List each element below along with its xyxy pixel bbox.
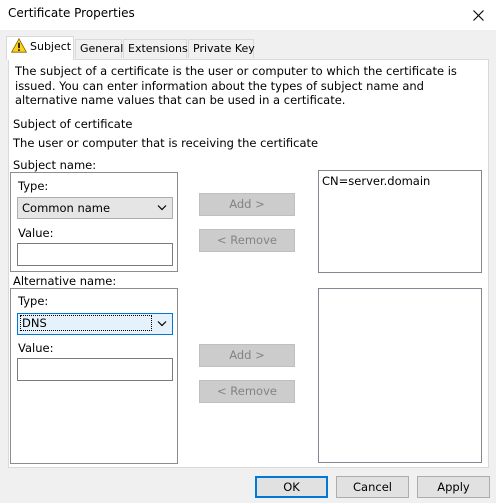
alternative-type-label: Type: [18,294,49,308]
apply-button[interactable]: Apply [417,476,490,498]
subject-remove-button[interactable]: < Remove [199,229,295,252]
window-title: Certificate Properties [8,6,135,20]
subject-value-input[interactable] [17,243,173,266]
tab-private-key-label: Private Key [193,42,255,55]
alternative-name-label: Alternative name: [13,274,117,288]
tab-extensions[interactable]: Extensions [123,39,188,58]
cancel-button[interactable]: Cancel [336,476,409,498]
alternative-value-input[interactable] [17,358,173,381]
tab-subject[interactable]: Subject [6,36,74,60]
chevron-down-icon [157,321,167,327]
subject-name-group: Type: Common name Value: [10,172,178,272]
close-button[interactable] [460,0,496,30]
section-title: Subject of certificate [13,117,133,131]
ok-button[interactable]: OK [255,476,328,498]
alternative-add-button[interactable]: Add > [199,344,295,367]
section-subtitle: The user or computer that is receiving t… [13,136,319,150]
tab-subject-label: Subject [30,40,72,53]
subject-type-select[interactable]: Common name [17,197,173,219]
subject-name-label: Subject name: [13,158,97,172]
warning-icon [11,38,27,53]
tab-private-key[interactable]: Private Key [188,39,255,58]
alternative-type-select[interactable]: DNS [17,313,173,335]
alternative-type-value: DNS [20,315,152,331]
close-icon [472,9,484,21]
subject-type-value: Common name [22,201,111,215]
tab-extensions-label: Extensions [128,42,188,55]
subject-description: The subject of a certificate is the user… [15,64,457,107]
subject-tab-panel: The subject of a certificate is the user… [8,59,489,468]
subject-add-button[interactable]: Add > [199,193,295,216]
alternative-remove-button[interactable]: < Remove [199,380,295,403]
tab-general[interactable]: General [75,39,124,58]
tab-general-label: General [80,42,124,55]
subject-value-label: Value: [18,226,54,240]
alternative-value-label: Value: [18,341,54,355]
title-bar: Certificate Properties [0,0,496,30]
alternative-name-list[interactable] [318,288,482,463]
chevron-down-icon [157,205,167,211]
list-item[interactable]: CN=server.domain [322,174,430,188]
alternative-name-group: Type: DNS Value: [10,288,178,464]
subject-name-list[interactable]: CN=server.domain [318,170,482,273]
subject-type-label: Type: [18,179,49,193]
